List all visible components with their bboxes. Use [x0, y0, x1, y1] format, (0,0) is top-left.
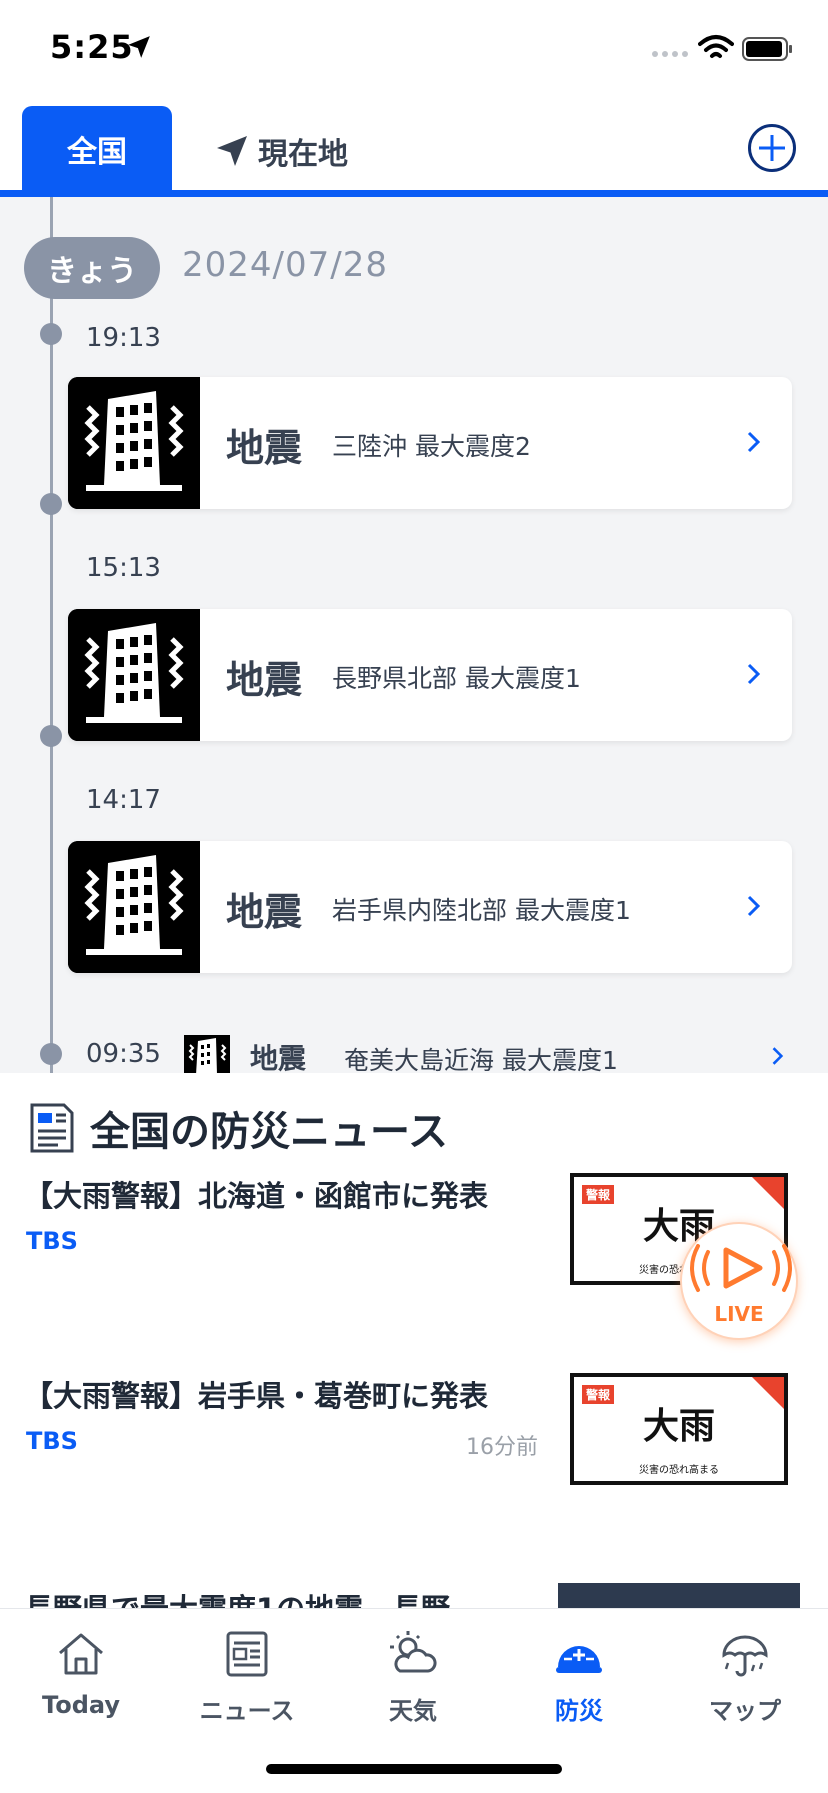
location-arrow-icon — [128, 36, 150, 58]
event-time: 15:13 — [86, 553, 161, 583]
event-time: 19:13 — [86, 323, 161, 353]
event-description: 三陸沖 最大震度2 — [332, 432, 531, 461]
news-section-header: 全国の防災ニュース — [28, 1099, 448, 1157]
home-icon — [59, 1633, 103, 1675]
nav-label: マップ — [709, 1697, 781, 1725]
tab-current-location-label: 現在地 — [258, 137, 348, 172]
news-section-title: 全国の防災ニュース — [90, 1109, 448, 1155]
news-headline-partial[interactable]: 長野県で最大震度1の地震 長野 — [24, 1586, 450, 1608]
nav-label: ニュース — [199, 1697, 295, 1725]
status-bar: 5:25 — [0, 0, 828, 100]
thumbnail-title: 大雨 — [642, 1406, 715, 1447]
thumbnail-subtitle: 災害の恐れ高まる — [639, 1465, 719, 1476]
home-indicator[interactable] — [266, 1764, 562, 1774]
live-play-icon — [690, 1244, 792, 1292]
timeline-dot — [40, 493, 62, 515]
nav-item-disaster[interactable]: 防災 — [504, 1627, 654, 1737]
news-source: TBS — [26, 1227, 78, 1255]
weather-cloud-sun-icon — [390, 1631, 437, 1673]
disaster-news-section[interactable]: 全国の防災ニュース 【大雨警報】北海道・函館市に発表 TBS 警報 大雨 災害の… — [0, 1073, 828, 1608]
nav-item-today[interactable]: Today — [6, 1627, 156, 1737]
chevron-right-icon — [747, 895, 761, 917]
news-time-ago: 16分前 — [466, 1435, 538, 1460]
live-label: LIVE — [714, 1302, 764, 1326]
nav-item-weather[interactable]: 天気 — [338, 1627, 488, 1737]
event-type: 地震 — [226, 658, 303, 702]
nav-label: Today — [42, 1691, 120, 1719]
umbrella-rain-icon — [722, 1635, 768, 1677]
tab-nationwide-label: 全国 — [67, 135, 127, 170]
earthquake-building-icon — [68, 609, 200, 741]
news-thumbnail-partial — [558, 1583, 800, 1608]
nav-item-map[interactable]: マップ — [670, 1627, 820, 1737]
event-description: 長野県北部 最大震度1 — [332, 664, 581, 693]
event-time: 09:35 — [86, 1039, 161, 1069]
region-tabs: 全国 現在地 — [0, 106, 828, 198]
news-headline: 【大雨警報】岩手県・葛巻町に発表 — [24, 1379, 489, 1413]
event-row-partial[interactable]: 09:35 地震 奄美大島近海 最大震度1 — [0, 1035, 828, 1073]
nav-label: 天気 — [389, 1697, 437, 1725]
newspaper-icon — [30, 1103, 74, 1153]
chevron-right-icon — [747, 663, 761, 685]
wifi-icon — [698, 35, 734, 58]
helmet-icon — [556, 1646, 602, 1673]
live-button[interactable]: LIVE — [680, 1222, 798, 1340]
news-headline: 【大雨警報】北海道・函館市に発表 — [24, 1179, 489, 1213]
nav-item-news[interactable]: ニュース — [172, 1627, 322, 1737]
event-time: 14:17 — [86, 785, 161, 815]
timeline-dot — [40, 323, 62, 345]
event-card[interactable]: 地震 三陸沖 最大震度2 — [68, 377, 792, 509]
signal-dots-icon — [652, 51, 688, 57]
timeline-dot — [40, 725, 62, 747]
nav-label: 防災 — [555, 1697, 603, 1725]
news-item[interactable]: 【大雨警報】岩手県・葛巻町に発表 TBS 16分前 警報 大雨 災害の恐れ高まる — [0, 1373, 828, 1523]
event-description: 岩手県内陸北部 最大震度1 — [332, 896, 631, 925]
add-location-button[interactable] — [748, 124, 796, 172]
event-description: 奄美大島近海 最大震度1 — [344, 1046, 618, 1073]
tab-current-location[interactable]: 現在地 — [214, 128, 348, 174]
timeline-date: 2024/07/28 — [182, 245, 388, 285]
event-card[interactable]: 地震 岩手県内陸北部 最大震度1 — [68, 841, 792, 973]
chevron-right-icon — [772, 1047, 784, 1065]
news-thumbnail: 警報 大雨 災害の恐れ高まる — [570, 1373, 788, 1485]
news-source: TBS — [26, 1427, 78, 1455]
battery-icon — [742, 37, 792, 61]
earthquake-building-icon — [68, 841, 200, 973]
event-card[interactable]: 地震 長野県北部 最大震度1 — [68, 609, 792, 741]
tabs-underline — [0, 190, 828, 197]
event-type: 地震 — [226, 890, 303, 934]
event-type: 地震 — [250, 1042, 307, 1073]
disaster-timeline[interactable]: きょう 2024/07/28 19:13 地震 三陸沖 最大震度2 15:13 — [0, 197, 828, 1073]
day-badge: きょう — [24, 237, 160, 299]
newspaper-icon — [226, 1631, 268, 1677]
earthquake-building-icon — [68, 377, 200, 509]
event-type: 地震 — [226, 426, 303, 470]
day-badge-label: きょう — [47, 254, 137, 289]
tab-nationwide[interactable]: 全国 — [22, 106, 172, 192]
earthquake-building-icon — [184, 1035, 230, 1073]
chevron-right-icon — [747, 431, 761, 453]
status-time: 5:25 — [50, 28, 134, 66]
location-arrow-icon — [217, 136, 247, 166]
